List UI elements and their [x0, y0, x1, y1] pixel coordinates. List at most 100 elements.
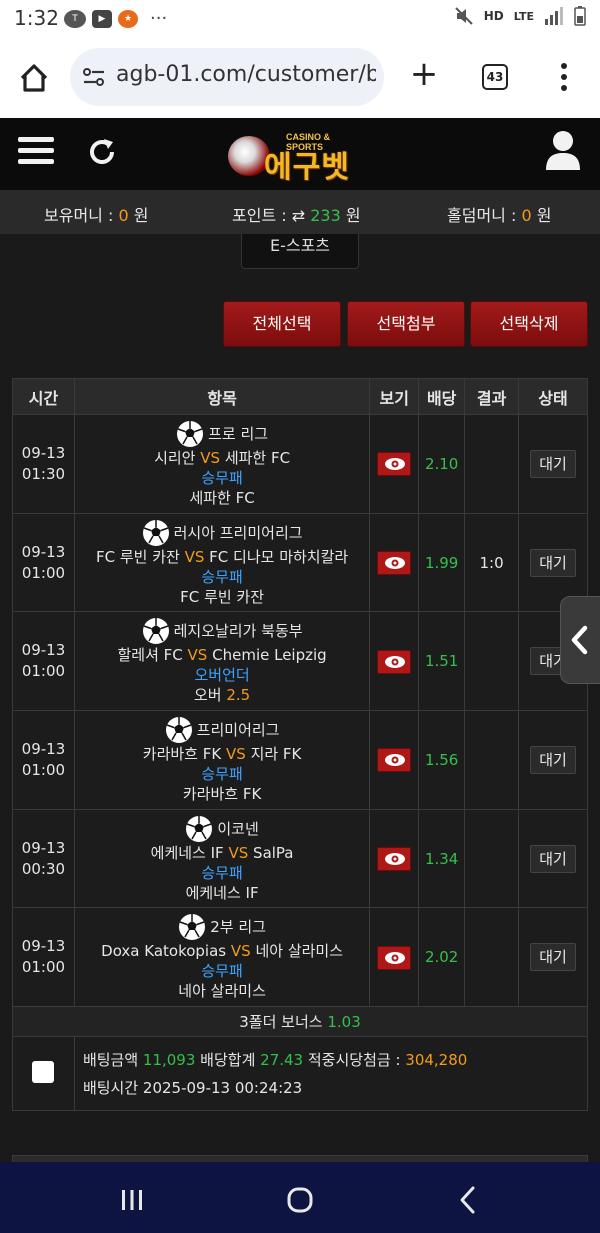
- row-date: 09-13: [21, 641, 66, 660]
- hd-voice-icon: HD: [483, 9, 504, 23]
- row-time-cell: 09-13 01:00: [12, 512, 75, 613]
- row-odds: 1.51: [418, 611, 466, 712]
- soccer-ball-icon: [186, 815, 213, 842]
- status-button[interactable]: 대기: [530, 943, 577, 972]
- row-status-cell: 대기: [518, 907, 588, 1008]
- new-tab-button[interactable]: +: [404, 56, 444, 96]
- row-pick: 네아 살라미스: [75, 981, 369, 1001]
- view-button[interactable]: [377, 551, 412, 576]
- row-matchup: 에케네스 IF VS SalPa: [75, 843, 369, 863]
- row-time: 01:00: [21, 760, 66, 779]
- row-pick: 카라바흐 FK: [75, 784, 369, 804]
- bet-slip-table: 시간 항목 보기 배당 결과 상태 09-13 01:30 프로 리그 시리안 VS …: [12, 378, 589, 1112]
- recent-apps-icon[interactable]: [112, 1180, 152, 1220]
- summary-checkbox-cell: [12, 1036, 75, 1112]
- row-market: 승무패: [201, 863, 243, 882]
- bet-checkbox[interactable]: [32, 1060, 55, 1083]
- away-team: 지라 FK: [250, 744, 302, 763]
- pick-label: FC 루빈 카잔: [180, 587, 264, 606]
- home-team: 카라바흐 FK: [142, 744, 222, 763]
- table-row: 09-13 01:00 프리미어리그카라바흐 FK VS 지라 FK 승무패 카라바흐 …: [12, 710, 588, 810]
- eye-icon: [385, 754, 406, 767]
- youtube-icon: ▶: [92, 9, 112, 28]
- row-time-cell: 09-13 01:00: [12, 710, 75, 810]
- home-team: FC 루빈 카잔: [95, 547, 180, 566]
- side-panel-toggle[interactable]: [560, 596, 600, 684]
- row-result: 1:0: [464, 512, 520, 613]
- attach-selected-button[interactable]: 선택첨부: [347, 301, 465, 347]
- row-result: [464, 611, 520, 712]
- delete-selected-button[interactable]: 선택삭제: [470, 301, 588, 347]
- nav-home-icon[interactable]: [280, 1180, 320, 1220]
- site-settings-icon[interactable]: [82, 66, 106, 88]
- status-button[interactable]: 대기: [530, 548, 577, 577]
- row-result: [464, 710, 520, 810]
- row-time-cell: 09-13 01:00: [12, 907, 75, 1008]
- away-team: 네아 살라미스: [255, 942, 344, 961]
- user-icon[interactable]: [544, 130, 582, 172]
- row-item-cell: 이코넨에케네스 IF VS SalPa 승무패 에케네스 IF: [73, 808, 371, 909]
- notification-icons: T ▶ ★ ···: [64, 8, 167, 29]
- row-market: 승무패: [201, 764, 243, 783]
- row-status-cell: 대기: [518, 808, 588, 909]
- url-text: agb-01.com/customer/b: [116, 62, 376, 87]
- address-bar[interactable]: agb-01.com/customer/b: [70, 48, 384, 106]
- screen: 1:32 T ▶ ★ ··· HD LTE agb-01.com/custome…: [0, 0, 600, 1233]
- tab-esports[interactable]: E-스포츠: [241, 234, 359, 269]
- away-team: 세파한 FC: [224, 448, 291, 467]
- balance-bar: 보유머니 : 0 원 포인트 : ⇄ 233 원 홀덤머니 : 0 원: [0, 190, 600, 234]
- row-result: [464, 907, 520, 1008]
- row-time: 01:00: [21, 958, 66, 977]
- row-matchup: 할레셔 FC VS Chemie Leipzig: [75, 645, 369, 665]
- status-button[interactable]: 대기: [530, 844, 577, 873]
- view-button[interactable]: [377, 945, 412, 970]
- home-team: Doxa Katokopias: [101, 942, 227, 961]
- row-pick: 에케네스 IF: [75, 883, 369, 903]
- col-header-result: 결과: [464, 378, 520, 415]
- row-date: 09-13: [21, 838, 66, 857]
- row-view-cell: [369, 710, 420, 810]
- away-team: Chemie Leipzig: [212, 646, 327, 665]
- browser-menu-icon[interactable]: [556, 62, 572, 92]
- soccer-ball-icon: [165, 716, 192, 743]
- col-header-odds: 배당: [418, 378, 466, 415]
- holdem-money: 홀덤머니 : 0 원: [447, 206, 552, 225]
- status-button[interactable]: 대기: [530, 449, 577, 478]
- row-market: 승무패: [201, 468, 243, 487]
- tab-switcher-button[interactable]: 43: [482, 64, 508, 90]
- row-time: 01:30: [21, 464, 66, 483]
- row-time-cell: 09-13 01:00: [12, 611, 75, 712]
- league-name: 프리미어리그: [196, 720, 280, 739]
- view-button[interactable]: [377, 847, 412, 872]
- row-matchup: Doxa Katokopias VS 네아 살라미스: [75, 941, 369, 961]
- row-date: 09-13: [21, 443, 66, 462]
- bet-summary-line2: 배팅시간 2025-09-13 00:24:23: [82, 1078, 303, 1097]
- refresh-icon[interactable]: [86, 136, 118, 168]
- site-logo[interactable]: CASINO & SPORTS 에구벳: [226, 128, 368, 185]
- view-button[interactable]: [377, 452, 412, 477]
- view-button[interactable]: [377, 649, 412, 674]
- mute-icon: [455, 7, 473, 25]
- league-name: 2부 리그: [210, 918, 266, 937]
- row-view-cell: [369, 907, 420, 1008]
- pick-label: 에케네스 IF: [185, 883, 259, 902]
- back-icon[interactable]: [448, 1180, 488, 1220]
- chevron-left-icon: [571, 625, 588, 655]
- app-icon: ★: [118, 9, 138, 28]
- row-view-cell: [369, 808, 420, 909]
- home-icon[interactable]: [14, 58, 54, 98]
- row-odds: 2.02: [418, 907, 466, 1008]
- status-button[interactable]: 대기: [530, 745, 577, 774]
- vs-label: VS: [225, 744, 246, 763]
- eye-icon: [385, 951, 406, 964]
- away-team: FC 디나모 마하치칼라: [209, 547, 349, 566]
- swap-icon[interactable]: ⇄: [292, 206, 311, 225]
- row-time: 01:00: [21, 563, 66, 582]
- table-row: 09-13 01:00 레지오날리가 북동부 할레셔 FC VS Chemie Lei…: [12, 611, 588, 712]
- col-header-time: 시간: [12, 378, 75, 415]
- league-name: 이코넨: [217, 819, 259, 838]
- view-button[interactable]: [377, 748, 412, 773]
- select-all-button[interactable]: 전체선택: [223, 301, 341, 347]
- hamburger-menu-icon[interactable]: [18, 137, 54, 167]
- row-odds: 2.10: [418, 414, 466, 514]
